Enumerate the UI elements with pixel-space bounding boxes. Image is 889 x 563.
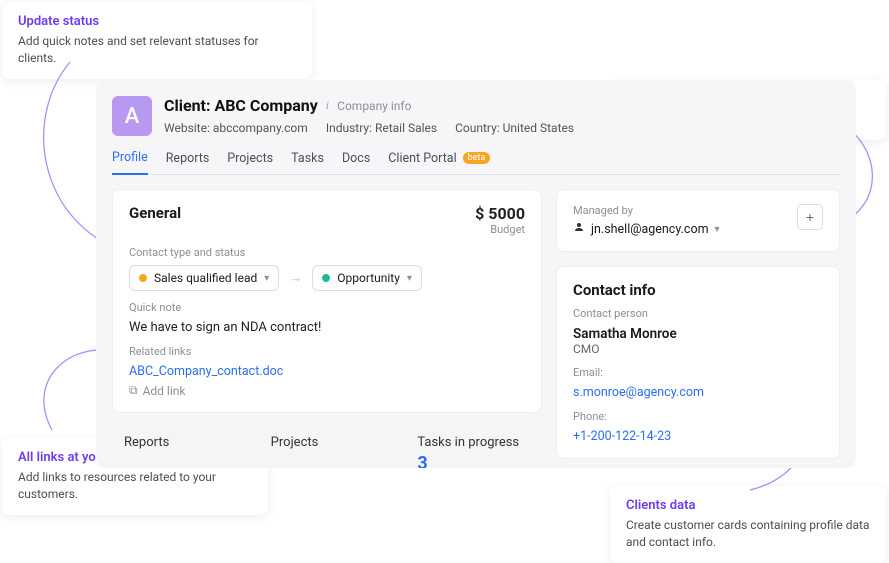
tile-count: 3 [417,450,530,468]
tab-label: Client Portal [388,151,456,166]
tile-reports[interactable]: Reports [112,423,249,468]
callout-body: Add quick notes and set relevant statuse… [18,33,296,67]
meta-country: Country: United States [455,121,574,135]
callout-body: Create customer cards containing profile… [626,517,870,551]
contact-person-name: Samatha Monroe [573,326,823,342]
add-link-label: Add link [143,384,186,398]
link-icon: ⧉ [129,383,138,398]
beta-badge: beta [463,152,491,164]
tab-profile[interactable]: Profile [112,150,148,175]
avatar-letter: A [125,104,140,129]
callout-body: Add links to resources related to your c… [18,469,252,503]
contact-info-title: Contact info [573,281,823,299]
tile-label: Projects [271,435,384,450]
contact-info-card: Contact info Contact person Samatha Monr… [556,266,840,459]
tile-label: Tasks in progress [417,435,530,450]
stage-dropdown[interactable]: Opportunity ▾ [312,265,422,291]
tile-label: Reports [124,435,237,450]
arrow-right-icon: → [289,270,302,286]
avatar: A [112,96,152,136]
meta-website: Website: abccompany.com [164,121,308,135]
contact-person-label: Contact person [573,307,823,320]
tab-client-portal[interactable]: Client Portal beta [388,150,490,174]
tab-label: Projects [227,151,273,166]
tile-projects[interactable]: Projects [259,423,396,468]
add-link-button[interactable]: ⧉ Add link [129,383,525,398]
contact-email-label: Email: [573,366,823,379]
tab-projects[interactable]: Projects [227,150,273,174]
contact-phone[interactable]: +1-200-122-14-23 [573,429,823,444]
managed-by-dropdown[interactable]: jn.shell@agency.com ▾ [573,221,720,237]
budget-label: Budget [475,223,525,236]
callout-update-status: Update status Add quick notes and set re… [2,2,312,79]
info-icon[interactable]: i [326,98,329,113]
tile-tasks[interactable]: Tasks in progress 3 [405,423,542,468]
managed-by-email: jn.shell@agency.com [591,222,709,237]
budget-value: $ 5000 [475,204,525,223]
tab-label: Profile [112,150,148,165]
contact-type-label: Contact type and status [129,246,525,259]
managed-by-label: Managed by [573,204,720,217]
general-title: General [129,204,181,222]
general-card: General $ 5000 Budget Contact type and s… [112,189,542,413]
stage-value: Opportunity [337,271,400,285]
chevron-down-icon: ▾ [407,273,412,284]
dot-icon [322,274,330,282]
contact-phone-label: Phone: [573,410,823,423]
tab-tasks[interactable]: Tasks [291,150,324,174]
tab-label: Tasks [291,151,324,166]
chevron-down-icon: ▾ [264,273,269,284]
person-icon [573,221,585,237]
quick-note-text: We have to sign an NDA contract! [129,320,525,335]
contact-person-role: CMO [573,342,823,356]
client-panel: A Client: ABC Company i Company info Web… [96,80,856,468]
tab-label: Docs [342,151,370,166]
quick-note-label: Quick note [129,301,525,314]
lead-status-dropdown[interactable]: Sales qualified lead ▾ [129,265,279,291]
callout-title: Update status [18,14,296,29]
company-info-label: Company info [337,99,411,113]
contact-email[interactable]: s.monroe@agency.com [573,385,823,400]
dot-icon [139,274,147,282]
meta-industry: Industry: Retail Sales [326,121,437,135]
page-title: Client: ABC Company [164,96,318,115]
related-links-label: Related links [129,345,525,358]
tab-docs[interactable]: Docs [342,150,370,174]
tab-reports[interactable]: Reports [166,150,210,174]
chevron-down-icon: ▾ [715,224,720,235]
callout-title: Clients data [626,498,870,513]
callout-clients-data: Clients data Create customer cards conta… [610,486,886,563]
add-manager-button[interactable]: + [797,204,823,230]
related-link[interactable]: ABC_Company_contact.doc [129,364,525,379]
tab-label: Reports [166,151,210,166]
lead-status-value: Sales qualified lead [154,271,257,285]
managed-by-card: Managed by jn.shell@agency.com ▾ + [556,189,840,252]
